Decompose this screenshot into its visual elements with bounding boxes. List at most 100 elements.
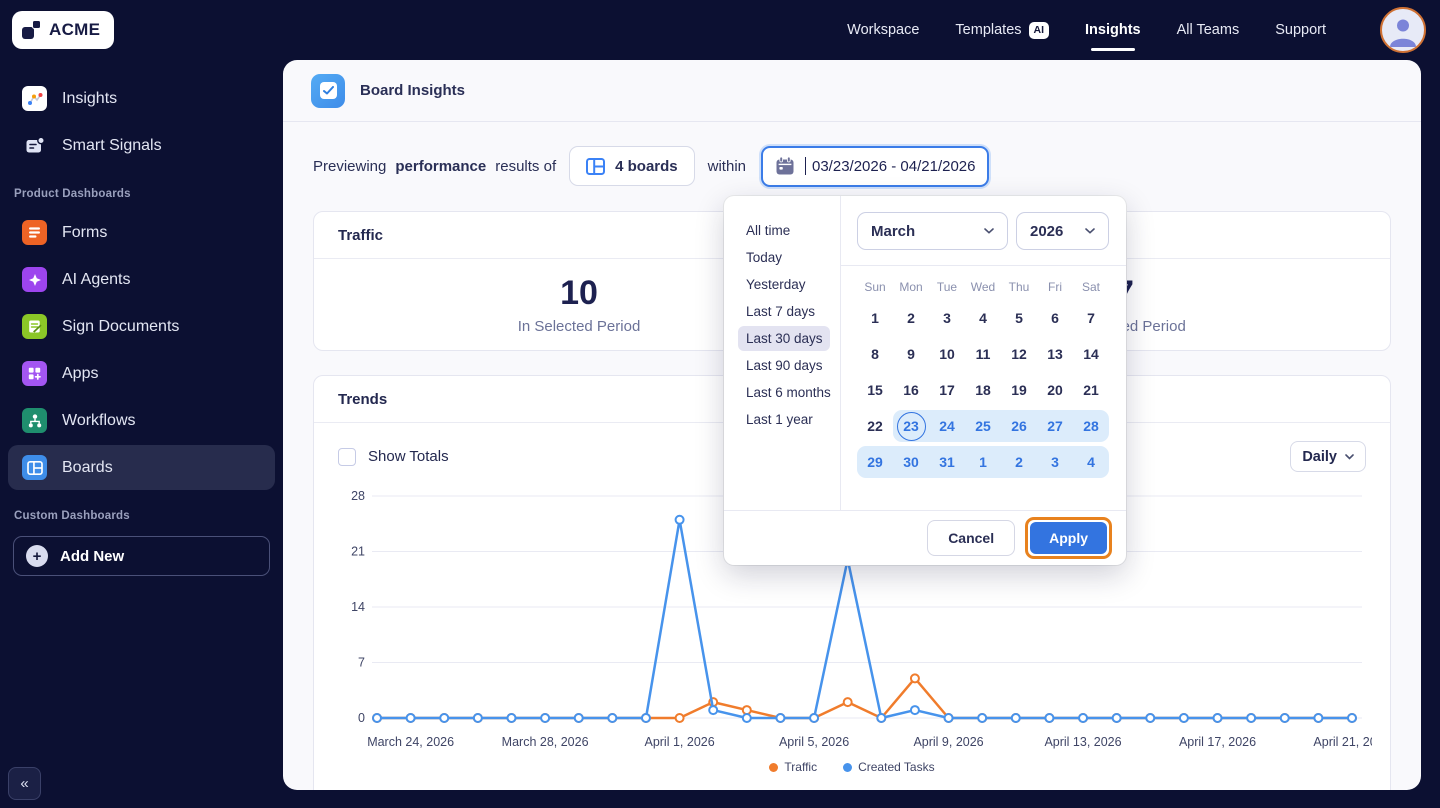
apply-button[interactable]: Apply bbox=[1030, 522, 1107, 554]
weekday-label: Wed bbox=[970, 280, 996, 294]
nav-item-support[interactable]: Support bbox=[1275, 22, 1326, 38]
year-value: 2026 bbox=[1030, 222, 1064, 240]
board-insights-icon bbox=[311, 73, 345, 108]
legend-dot bbox=[843, 762, 853, 772]
preset-all-time[interactable]: All time bbox=[738, 218, 830, 243]
calendar-day[interactable]: 16 bbox=[893, 372, 929, 408]
preset-today[interactable]: Today bbox=[738, 245, 830, 270]
preview-text-1: Previewing bbox=[313, 157, 387, 175]
calendar-day[interactable]: 29 bbox=[857, 444, 893, 480]
calendar-day[interactable]: 24 bbox=[929, 408, 965, 444]
weekday-label: Fri bbox=[1048, 280, 1062, 294]
svg-text:March 24, 2026: March 24, 2026 bbox=[367, 735, 454, 749]
cancel-button[interactable]: Cancel bbox=[927, 520, 1016, 556]
boards-selector-button[interactable]: 4 boards bbox=[569, 146, 695, 186]
calendar-day[interactable]: 28 bbox=[1073, 408, 1109, 444]
calendar-day[interactable]: 21 bbox=[1073, 372, 1109, 408]
calendar-day[interactable]: 13 bbox=[1037, 336, 1073, 372]
calendar-day[interactable]: 15 bbox=[857, 372, 893, 408]
boards-selector-label: 4 boards bbox=[615, 157, 678, 175]
calendar-day[interactable]: 4 bbox=[1073, 444, 1109, 480]
calendar-day[interactable]: 18 bbox=[965, 372, 1001, 408]
sidebar-collapse-button[interactable]: « bbox=[8, 767, 41, 800]
main-panel: Board Insights Previewing performance re… bbox=[283, 60, 1421, 790]
sidebar-item-boards[interactable]: Boards bbox=[8, 445, 275, 490]
date-range-input[interactable]: 03/23/2026 - 04/21/2026 bbox=[761, 145, 990, 187]
workflows-icon bbox=[22, 408, 47, 433]
calendar-day[interactable]: 2 bbox=[1001, 444, 1037, 480]
day-number: 3 bbox=[943, 310, 951, 326]
preset-last-6-months[interactable]: Last 6 months bbox=[738, 380, 831, 405]
calendar-day[interactable]: 17 bbox=[929, 372, 965, 408]
preset-last-30-days[interactable]: Last 30 days bbox=[738, 326, 830, 351]
year-select[interactable]: 2026 bbox=[1016, 212, 1109, 250]
calendar-day[interactable]: 7 bbox=[1073, 300, 1109, 336]
preset-last-7-days[interactable]: Last 7 days bbox=[738, 299, 830, 324]
collapse-icon: « bbox=[20, 775, 29, 792]
section-product-dashboards: Product Dashboards bbox=[14, 188, 131, 200]
sidebar-item-insights[interactable]: Insights bbox=[8, 76, 275, 121]
calendar-day[interactable]: 20 bbox=[1037, 372, 1073, 408]
day-number: 22 bbox=[867, 418, 883, 434]
calendar-day[interactable]: 8 bbox=[857, 336, 893, 372]
page-title: Board Insights bbox=[360, 82, 466, 99]
svg-text:April 21, 2026: April 21, 2026 bbox=[1313, 735, 1372, 749]
legend-item-created-tasks: Created Tasks bbox=[843, 760, 935, 774]
day-number: 9 bbox=[907, 346, 915, 362]
calendar-day[interactable]: 9 bbox=[893, 336, 929, 372]
day-number: 10 bbox=[939, 346, 955, 362]
preview-metric: performance bbox=[395, 157, 487, 175]
preset-last-90-days[interactable]: Last 90 days bbox=[738, 353, 830, 378]
calendar-day[interactable]: 5 bbox=[1001, 300, 1037, 336]
chevron-down-icon bbox=[1085, 228, 1095, 234]
granularity-dropdown[interactable]: Daily bbox=[1290, 441, 1366, 472]
plus-icon: + bbox=[26, 545, 48, 567]
day-number: 4 bbox=[979, 310, 987, 326]
sidebar-item-apps[interactable]: Apps bbox=[8, 351, 275, 396]
preset-yesterday[interactable]: Yesterday bbox=[738, 272, 830, 297]
day-number: 18 bbox=[975, 382, 991, 398]
calendar-day[interactable]: 12 bbox=[1001, 336, 1037, 372]
chart-legend: Traffic Created Tasks bbox=[332, 760, 1372, 774]
day-number: 13 bbox=[1047, 346, 1063, 362]
calendar-day[interactable]: 25 bbox=[965, 408, 1001, 444]
calendar-day[interactable]: 3 bbox=[1037, 444, 1073, 480]
sidebar-item-workflows[interactable]: Workflows bbox=[8, 398, 275, 443]
calendar-day[interactable]: 4 bbox=[965, 300, 1001, 336]
calendar-day[interactable]: 30 bbox=[893, 444, 929, 480]
add-new-button[interactable]: + Add New bbox=[13, 536, 270, 576]
nav-label: Templates bbox=[955, 22, 1022, 38]
calendar-day[interactable]: 3 bbox=[929, 300, 965, 336]
calendar-day[interactable]: 1 bbox=[965, 444, 1001, 480]
calendar-day[interactable]: 22 bbox=[857, 408, 893, 444]
calendar-day[interactable]: 19 bbox=[1001, 372, 1037, 408]
calendar-day[interactable]: 1 bbox=[857, 300, 893, 336]
month-select[interactable]: March bbox=[857, 212, 1008, 250]
calendar-day[interactable]: 26 bbox=[1001, 408, 1037, 444]
nav-item-insights[interactable]: Insights bbox=[1085, 22, 1141, 51]
sidebar-item-smart-signals[interactable]: Smart Signals bbox=[8, 123, 275, 168]
sign-documents-icon bbox=[22, 314, 47, 339]
sidebar-item-forms[interactable]: Forms bbox=[8, 210, 275, 255]
sidebar-item-sign-documents[interactable]: Sign Documents bbox=[8, 304, 275, 349]
calendar-day[interactable]: 6 bbox=[1037, 300, 1073, 336]
day-number: 14 bbox=[1083, 346, 1099, 362]
acme-logo[interactable]: ACME bbox=[12, 11, 115, 49]
nav-item-workspace[interactable]: Workspace bbox=[847, 22, 919, 38]
calendar-day[interactable]: 11 bbox=[965, 336, 1001, 372]
show-totals-checkbox[interactable] bbox=[338, 447, 356, 466]
calendar-day[interactable]: 14 bbox=[1073, 336, 1109, 372]
svg-text:28: 28 bbox=[351, 489, 365, 503]
calendar-day-selected-start[interactable]: 23 bbox=[893, 408, 929, 444]
calendar-day[interactable]: 2 bbox=[893, 300, 929, 336]
calendar-day[interactable]: 27 bbox=[1037, 408, 1073, 444]
nav-item-templates[interactable]: Templates AI bbox=[955, 21, 1050, 39]
user-avatar[interactable] bbox=[1380, 7, 1426, 53]
sidebar-item-ai-agents[interactable]: AI Agents bbox=[8, 257, 275, 302]
nav-item-all-teams[interactable]: All Teams bbox=[1177, 22, 1240, 38]
calendar-day[interactable]: 31 bbox=[929, 444, 965, 480]
svg-text:14: 14 bbox=[351, 600, 365, 614]
preset-last-1-year[interactable]: Last 1 year bbox=[738, 407, 830, 432]
calendar-day[interactable]: 10 bbox=[929, 336, 965, 372]
board-insights-header: Board Insights bbox=[283, 60, 1421, 122]
